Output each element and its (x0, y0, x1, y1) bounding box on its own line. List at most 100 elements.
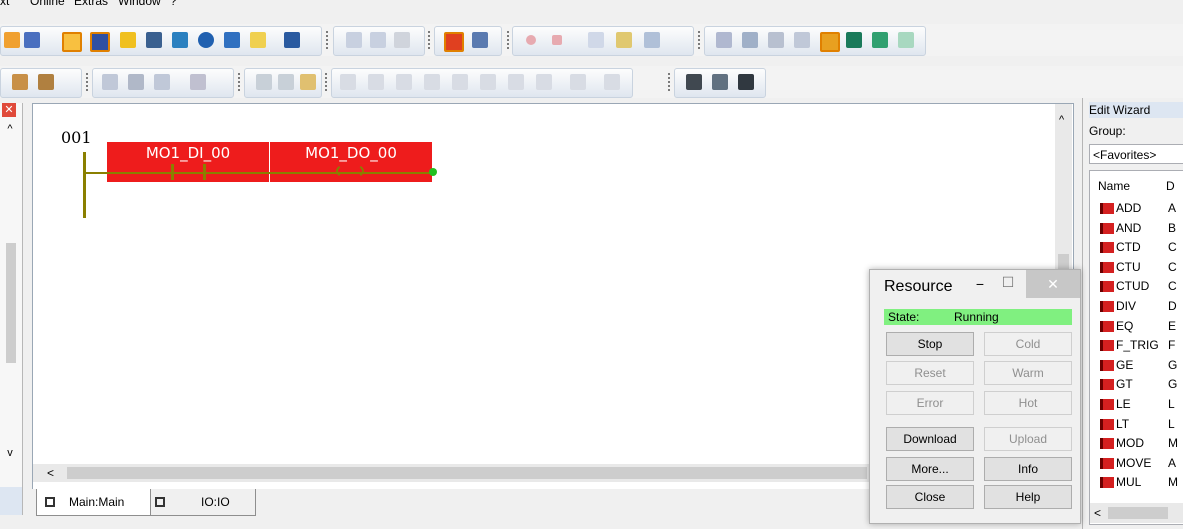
comment-icon[interactable] (300, 74, 316, 90)
watch-icon[interactable] (616, 32, 632, 48)
list-horizontal-scrollbar[interactable]: < (1090, 503, 1183, 523)
contact-series-icon[interactable] (480, 74, 496, 90)
wand-icon[interactable] (120, 32, 136, 48)
hot-button[interactable]: Hot (984, 391, 1072, 415)
upload-button[interactable]: Upload (984, 427, 1072, 451)
scroll-down-icon[interactable]: v (2, 447, 18, 463)
toolbar-grip[interactable] (238, 73, 243, 91)
settings-icon[interactable] (712, 74, 728, 90)
split-window-icon[interactable] (444, 32, 464, 52)
toolbar-grip[interactable] (86, 73, 91, 91)
toolbar-grip[interactable] (428, 31, 433, 49)
cross-reference-icon[interactable] (172, 32, 188, 48)
stop-debug-icon[interactable] (552, 35, 562, 45)
connect-icon[interactable] (716, 32, 732, 48)
window-icon[interactable] (62, 32, 82, 52)
tab-io[interactable]: IO:IO (150, 489, 256, 516)
forward-icon[interactable] (370, 32, 386, 48)
network-icon[interactable] (12, 74, 28, 90)
column-header-description[interactable]: D (1166, 179, 1175, 193)
function-list[interactable]: Name D ADD A AND B CTD C CTU C CTUD C DIV D EQ E F_TRI… (1089, 170, 1183, 525)
notes-icon[interactable] (250, 32, 266, 48)
input-icon[interactable] (256, 74, 272, 90)
step-icon[interactable] (588, 32, 604, 48)
toolbar-grip[interactable] (698, 31, 703, 49)
function-description: B (1168, 220, 1177, 235)
diagnostics-icon[interactable] (198, 32, 214, 48)
properties-icon[interactable] (284, 32, 300, 48)
contact-nc-icon[interactable] (368, 74, 384, 90)
column-header-name[interactable]: Name (1098, 179, 1130, 193)
menu-item-edit[interactable]: xt (0, 0, 9, 8)
insert-block-icon[interactable] (128, 74, 144, 90)
breakpoint-icon[interactable] (526, 35, 536, 45)
monitor-icon[interactable] (146, 32, 162, 48)
function-block-icon (1100, 457, 1114, 469)
coil-icon[interactable] (508, 74, 524, 90)
zoom-in-icon[interactable] (4, 32, 20, 48)
horizontal-scroll-thumb[interactable] (67, 467, 867, 479)
list-scroll-thumb[interactable] (1108, 507, 1168, 519)
contact-parallel-icon[interactable] (452, 74, 468, 90)
coil-neg-icon[interactable] (536, 74, 552, 90)
network-add-icon[interactable] (38, 74, 54, 90)
menu-item-window[interactable]: Window (118, 0, 161, 8)
camera-icon[interactable] (738, 74, 754, 90)
menu-item-online[interactable]: Online (30, 0, 65, 8)
contact-n-icon[interactable] (424, 74, 440, 90)
scroll-up-icon[interactable]: ^ (1059, 114, 1064, 126)
minimize-button[interactable]: − (970, 276, 990, 292)
download-button[interactable]: Download (886, 427, 974, 451)
module-icon[interactable] (846, 32, 862, 48)
layout-icon[interactable] (90, 32, 110, 52)
page-icon[interactable] (394, 32, 410, 48)
scroll-left-icon[interactable]: < (1094, 506, 1101, 520)
warm-button[interactable]: Warm (984, 361, 1072, 385)
scroll-left-icon[interactable]: < (47, 466, 54, 480)
group-select[interactable]: <Favorites> (1089, 144, 1183, 164)
coil-block[interactable]: MO1_DO_00 (270, 142, 432, 182)
refresh-icon[interactable] (820, 32, 840, 52)
hardware-icon[interactable] (794, 32, 810, 48)
error-button[interactable]: Error (886, 391, 974, 415)
contact-no-icon[interactable] (340, 74, 356, 90)
maximize-button[interactable]: ☐ (998, 274, 1018, 291)
jump-icon[interactable] (604, 74, 620, 90)
branch-icon[interactable] (570, 74, 586, 90)
function-block-icon (1100, 242, 1114, 254)
cold-button[interactable]: Cold (984, 332, 1072, 356)
variables-icon[interactable] (472, 32, 488, 48)
panel-scrollbar-thumb[interactable] (6, 243, 16, 363)
tab-io-label: IO:IO (201, 495, 230, 509)
contact-p-icon[interactable] (396, 74, 412, 90)
close-window-button[interactable]: ✕ (1026, 270, 1080, 298)
insert-line-icon[interactable] (102, 74, 118, 90)
info-button[interactable]: Info (984, 457, 1072, 481)
chart-icon[interactable] (644, 32, 660, 48)
insert-function-icon[interactable] (190, 74, 206, 90)
pointer-icon[interactable] (872, 32, 888, 48)
disconnect-icon[interactable] (898, 32, 914, 48)
tab-main[interactable]: Main:Main (36, 489, 152, 516)
close-panel-icon[interactable]: ✕ (2, 103, 16, 117)
stop-button[interactable]: Stop (886, 332, 974, 356)
help-button[interactable]: Help (984, 485, 1072, 509)
close-button[interactable]: Close (886, 485, 974, 509)
compile-icon[interactable] (742, 32, 758, 48)
back-icon[interactable] (346, 32, 362, 48)
grid-icon[interactable] (224, 32, 240, 48)
insert-box-icon[interactable] (154, 74, 170, 90)
zoom-out-icon[interactable] (24, 32, 40, 48)
toolbar-grip[interactable] (326, 31, 331, 49)
menu-item-extras[interactable]: Extras (74, 0, 108, 8)
contact-block[interactable]: MO1_DI_00 (107, 142, 269, 182)
toolbar-grip[interactable] (325, 73, 330, 91)
simulation-icon[interactable] (686, 74, 702, 90)
scroll-up-icon[interactable]: ^ (2, 123, 18, 139)
more-button[interactable]: More... (886, 457, 974, 481)
transfer-icon[interactable] (768, 32, 784, 48)
menu-item-help[interactable]: ? (170, 0, 177, 8)
reset-button[interactable]: Reset (886, 361, 974, 385)
toolbar-grip[interactable] (668, 73, 673, 91)
output-icon[interactable] (278, 74, 294, 90)
